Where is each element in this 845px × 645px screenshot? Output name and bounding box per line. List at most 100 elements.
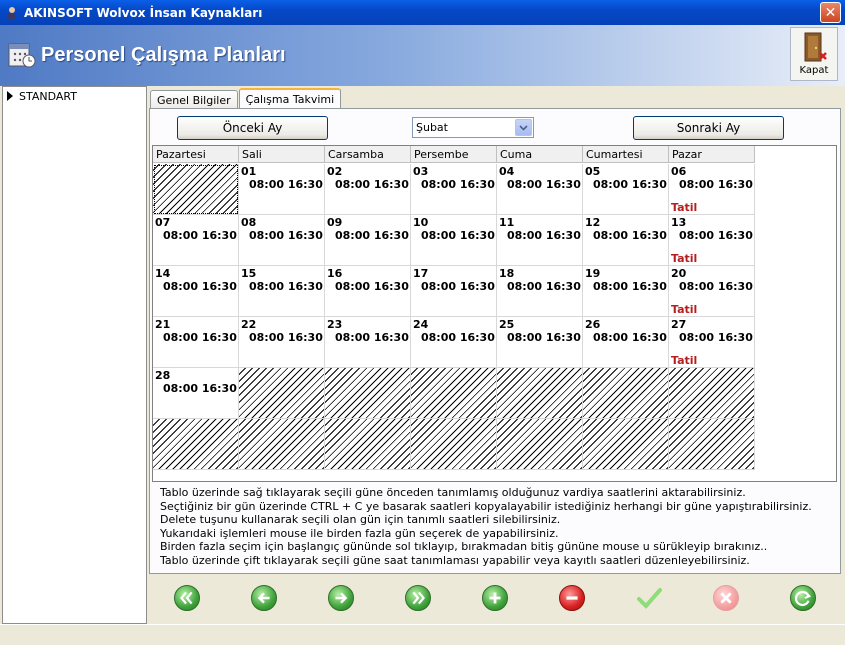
weekday-header: Sali: [239, 146, 325, 163]
plan-item-standart[interactable]: STANDART: [3, 87, 146, 105]
work-hours: 08:00 16:30: [593, 178, 667, 191]
calendar-empty-cell[interactable]: [325, 368, 411, 419]
calendar-day-cell[interactable]: 09 08:00 16:30: [325, 215, 411, 266]
weekday-header: Carsamba: [325, 146, 411, 163]
day-number: 21: [155, 318, 171, 331]
page-title: Personel Çalışma Planları: [41, 44, 286, 66]
calendar-day-cell[interactable]: 02 08:00 16:30: [325, 164, 411, 215]
tab-bar: Genel Bilgiler Çalışma Takvimi: [150, 88, 342, 109]
calendar-day-cell[interactable]: 20 08:00 16:30 Tatil: [669, 266, 755, 317]
holiday-label: Tatil: [671, 252, 698, 265]
day-number: 28: [155, 369, 171, 382]
calendar-day-cell[interactable]: 16 08:00 16:30: [325, 266, 411, 317]
chevron-down-icon[interactable]: [515, 119, 532, 136]
weekday-header: Cuma: [497, 146, 583, 163]
calendar-day-cell[interactable]: 05 08:00 16:30: [583, 164, 669, 215]
add-button[interactable]: [482, 585, 508, 611]
tab-calisma-takvimi[interactable]: Çalışma Takvimi: [238, 88, 342, 109]
calendar-day-cell[interactable]: 21 08:00 16:30: [153, 317, 239, 368]
calendar-day-cell[interactable]: 23 08:00 16:30: [325, 317, 411, 368]
day-number: 06: [671, 165, 687, 178]
check-icon: [637, 588, 662, 609]
cancel-button[interactable]: [713, 585, 739, 611]
calendar-day-cell[interactable]: 15 08:00 16:30: [239, 266, 325, 317]
app-icon: [8, 6, 16, 20]
calendar-empty-cell[interactable]: [411, 368, 497, 419]
refresh-button[interactable]: [790, 585, 816, 611]
work-hours: 08:00 16:30: [507, 280, 581, 293]
x-icon: [720, 592, 732, 604]
work-hours: 08:00 16:30: [335, 331, 409, 344]
calendar-day-cell[interactable]: 12 08:00 16:30: [583, 215, 669, 266]
month-select[interactable]: Şubat: [412, 117, 534, 138]
calendar-empty-cell[interactable]: [669, 419, 755, 470]
calendar-day-cell[interactable]: 28 08:00 16:30: [153, 368, 239, 419]
calendar-day-cell[interactable]: 22 08:00 16:30: [239, 317, 325, 368]
work-hours: 08:00 16:30: [335, 229, 409, 242]
work-hours: 08:00 16:30: [249, 331, 323, 344]
calendar-empty-cell[interactable]: [239, 419, 325, 470]
calendar-day-cell[interactable]: 24 08:00 16:30: [411, 317, 497, 368]
help-line: Delete tuşunu kullanarak seçili olan gün…: [160, 513, 561, 526]
next-record-button[interactable]: [328, 585, 354, 611]
calendar-empty-cell[interactable]: [583, 419, 669, 470]
delete-button[interactable]: [559, 585, 585, 611]
tab-genel-bilgiler[interactable]: Genel Bilgiler: [150, 90, 238, 109]
calendar-grid[interactable]: Pazartesi Sali Carsamba Persembe Cuma Cumarte…: [152, 145, 837, 482]
first-record-button[interactable]: [174, 585, 200, 611]
holiday-label: Tatil: [671, 201, 698, 214]
day-number: 17: [413, 267, 429, 280]
calendar-day-cell[interactable]: 11 08:00 16:30: [497, 215, 583, 266]
calendar-day-cell[interactable]: 18 08:00 16:30: [497, 266, 583, 317]
work-hours: 08:00 16:30: [421, 229, 495, 242]
calendar-day-cell[interactable]: 07 08:00 16:30: [153, 215, 239, 266]
work-hours: 08:00 16:30: [679, 331, 753, 344]
previous-record-button[interactable]: [251, 585, 277, 611]
refresh-icon: [795, 590, 812, 606]
day-number: 26: [585, 318, 601, 331]
day-number: 10: [413, 216, 429, 229]
calendar-day-cell[interactable]: 08 08:00 16:30: [239, 215, 325, 266]
calendar-day-cell[interactable]: 03 08:00 16:30: [411, 164, 497, 215]
calendar-empty-cell[interactable]: [239, 368, 325, 419]
weekday-header: Pazar: [669, 146, 755, 163]
calendar-empty-cell[interactable]: [669, 368, 755, 419]
calendar-day-cell[interactable]: 06 08:00 16:30 Tatil: [669, 164, 755, 215]
calendar-day-cell[interactable]: 26 08:00 16:30: [583, 317, 669, 368]
holiday-label: Tatil: [671, 354, 698, 367]
calendar-day-cell[interactable]: 10 08:00 16:30: [411, 215, 497, 266]
work-hours: 08:00 16:30: [593, 331, 667, 344]
double-left-arrow-icon: [180, 591, 193, 605]
calendar-day-cell[interactable]: 13 08:00 16:30 Tatil: [669, 215, 755, 266]
calendar-empty-cell[interactable]: [325, 419, 411, 470]
next-month-button[interactable]: Sonraki Ay: [633, 116, 784, 140]
minus-icon: [566, 596, 578, 600]
save-button[interactable]: [636, 585, 662, 611]
day-number: 11: [499, 216, 515, 229]
calendar-day-cell[interactable]: 27 08:00 16:30 Tatil: [669, 317, 755, 368]
calendar-day-cell[interactable]: 01 08:00 16:30: [239, 164, 325, 215]
work-hours: 08:00 16:30: [507, 229, 581, 242]
calendar-day-cell[interactable]: 14 08:00 16:30: [153, 266, 239, 317]
calendar-empty-cell[interactable]: [583, 368, 669, 419]
calendar-empty-cell[interactable]: [153, 164, 239, 215]
calendar-empty-cell[interactable]: [411, 419, 497, 470]
calendar-day-cell[interactable]: 25 08:00 16:30: [497, 317, 583, 368]
calendar-empty-cell[interactable]: [497, 368, 583, 419]
calendar-empty-cell[interactable]: [497, 419, 583, 470]
calendar-empty-cell[interactable]: [153, 419, 239, 470]
day-number: 01: [241, 165, 257, 178]
calendar-day-cell[interactable]: 17 08:00 16:30: [411, 266, 497, 317]
previous-month-button[interactable]: Önceki Ay: [177, 116, 328, 140]
window-title: AKINSOFT Wolvox İnsan Kaynakları: [24, 5, 263, 20]
kapat-button[interactable]: Kapat: [790, 27, 838, 81]
calendar-day-cell[interactable]: 19 08:00 16:30: [583, 266, 669, 317]
calendar-day-cell[interactable]: 04 08:00 16:30: [497, 164, 583, 215]
window-close-button[interactable]: ✕: [820, 2, 841, 23]
kapat-label: Kapat: [799, 65, 829, 76]
day-number: 19: [585, 267, 601, 280]
help-text: Tablo üzerinde sağ tıklayarak seçili gün…: [160, 486, 835, 567]
last-record-button[interactable]: [405, 585, 431, 611]
work-hours: 08:00 16:30: [507, 331, 581, 344]
day-number: 18: [499, 267, 515, 280]
